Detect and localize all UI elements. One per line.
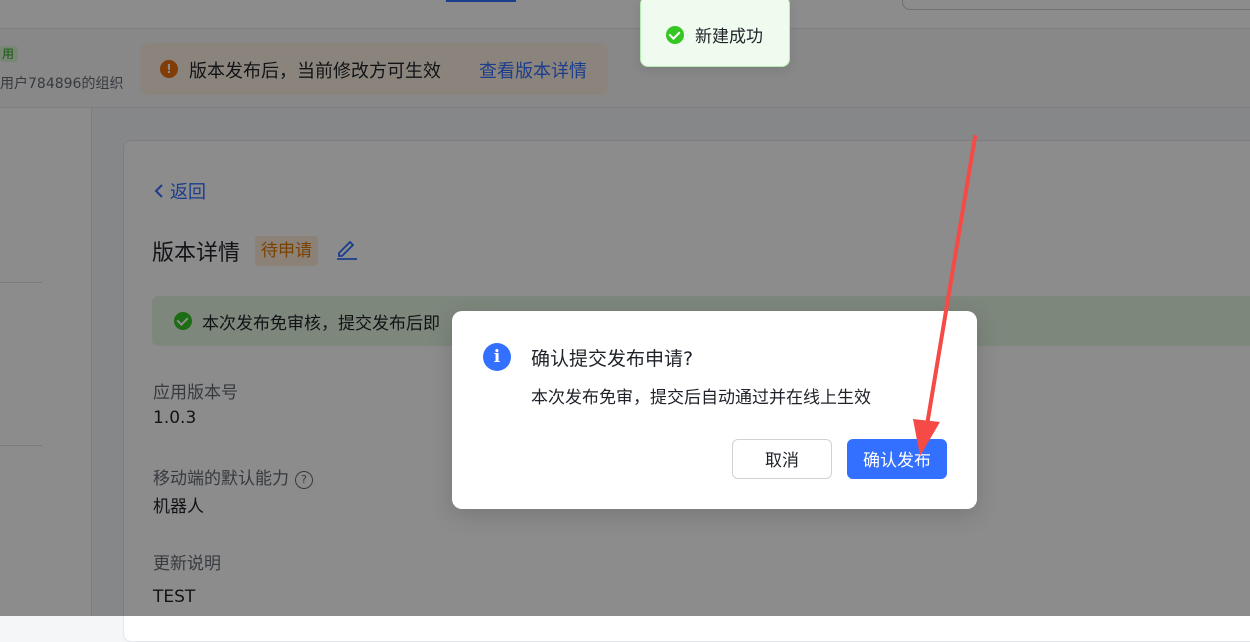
success-toast: 新建成功 bbox=[640, 0, 790, 67]
cancel-button[interactable]: 取消 bbox=[732, 439, 832, 479]
confirm-publish-dialog: i 确认提交发布申请? 本次发布免审，提交后自动通过并在线上生效 取消 确认发布 bbox=[452, 311, 977, 509]
info-icon: i bbox=[483, 343, 511, 371]
modal-overlay bbox=[0, 0, 1250, 616]
check-circle-icon bbox=[666, 26, 684, 44]
dialog-body: 本次发布免审，提交后自动通过并在线上生效 bbox=[531, 388, 871, 408]
dialog-title: 确认提交发布申请? bbox=[531, 348, 694, 370]
confirm-publish-button[interactable]: 确认发布 bbox=[847, 439, 947, 479]
toast-text: 新建成功 bbox=[695, 27, 763, 47]
